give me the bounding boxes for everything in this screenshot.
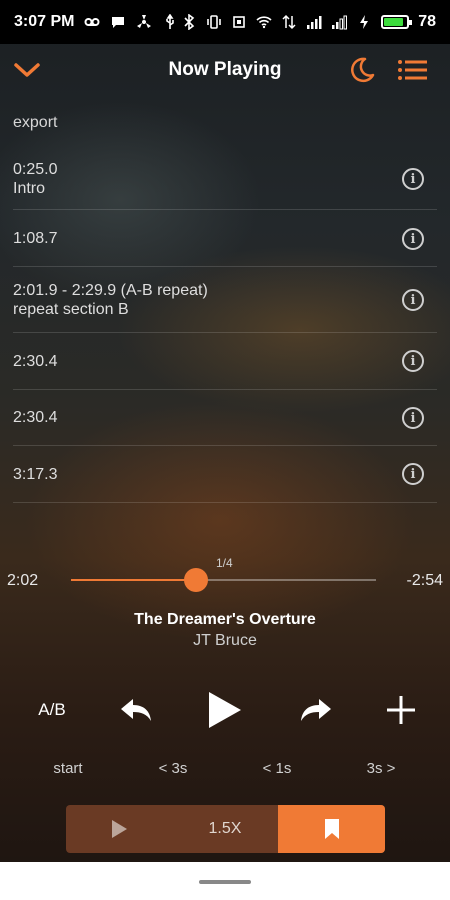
bookmark-button[interactable] — [278, 805, 385, 853]
bluetooth-icon — [184, 14, 195, 30]
info-icon[interactable]: i — [402, 289, 424, 311]
bookmark-time: 2:01.9 - 2:29.9 (A-B repeat) — [13, 282, 208, 299]
play-icon — [112, 820, 127, 838]
remaining-time: -2:54 — [406, 572, 443, 589]
bookmark-row[interactable]: 2:30.4 i — [13, 333, 437, 390]
no-sim-signal-icon — [332, 15, 348, 30]
bookmark-row[interactable]: 2:01.9 - 2:29.9 (A-B repeat) repeat sect… — [13, 267, 437, 333]
speed-button[interactable]: 1.5X — [172, 805, 278, 853]
play-icon — [209, 692, 241, 728]
sleep-timer-button[interactable] — [346, 55, 378, 85]
seek-track[interactable] — [71, 579, 376, 581]
usb-icon — [166, 14, 175, 29]
battery-level: 78 — [418, 13, 436, 30]
bookmark-time: 0:25.0 — [13, 161, 58, 178]
back-3s-button[interactable]: < 3s — [143, 760, 203, 777]
fan-icon — [137, 15, 152, 28]
playback-controls: A/B — [0, 684, 450, 736]
bookmark-time: 2:30.4 — [13, 353, 58, 370]
top-bar: Now Playing — [0, 44, 450, 96]
bookmark-label: repeat section B — [13, 301, 129, 318]
vibrate-icon — [207, 15, 222, 29]
info-icon[interactable]: i — [402, 228, 424, 250]
bookmark-time: 1:08.7 — [13, 230, 58, 247]
add-bookmark-button[interactable] — [378, 684, 424, 736]
bookmark-time: 3:17.3 — [13, 466, 58, 483]
bookmark-time: 2:30.4 — [13, 409, 58, 426]
rewind-button[interactable] — [112, 684, 160, 736]
alarm-icon — [233, 16, 246, 28]
forward-icon — [301, 699, 331, 721]
battery-icon — [381, 15, 413, 29]
info-icon[interactable]: i — [402, 407, 424, 429]
moon-icon — [351, 57, 375, 83]
bookmark-row[interactable]: 2:30.4 i — [13, 390, 437, 446]
back-1s-button[interactable]: < 1s — [247, 760, 307, 777]
bookmark-label: Intro — [13, 180, 46, 197]
ab-repeat-button[interactable]: A/B — [28, 684, 76, 736]
forward-3s-button[interactable]: 3s > — [351, 760, 411, 777]
seek-bar: 2:02 1/4 -2:54 — [0, 556, 450, 600]
ab-repeat-label: A/B — [38, 700, 66, 719]
play-button[interactable] — [198, 684, 252, 736]
seek-thumb[interactable] — [184, 568, 209, 592]
seek-progress — [71, 579, 197, 581]
home-handle[interactable] — [199, 880, 251, 884]
bookmark-list-button[interactable] — [396, 55, 430, 85]
page-title: Now Playing — [168, 59, 282, 80]
start-button[interactable]: start — [38, 760, 98, 777]
reply-icon — [121, 699, 151, 721]
plus-icon — [387, 696, 415, 724]
navigation-bar — [0, 862, 450, 900]
charging-icon — [360, 15, 369, 29]
elapsed-time: 2:02 — [7, 572, 39, 589]
bookmark-row[interactable]: 1:08.7 i — [13, 210, 437, 267]
info-icon[interactable]: i — [402, 463, 424, 485]
artist-name: JT Bruce — [193, 632, 257, 649]
data-arrows-icon — [282, 14, 296, 30]
bookmark-counter: 1/4 — [216, 556, 233, 570]
wifi-icon — [256, 16, 272, 29]
info-icon[interactable]: i — [402, 350, 424, 372]
bookmark-icon — [324, 819, 339, 839]
signal-icon — [307, 16, 322, 29]
status-bar: 3:07 PM 78 — [0, 0, 450, 44]
export-link[interactable]: export — [13, 114, 57, 132]
list-icon — [398, 60, 427, 80]
mini-play-button[interactable] — [66, 805, 172, 853]
bottom-bar: 1.5X — [66, 805, 385, 853]
forward-button[interactable] — [292, 684, 340, 736]
voicemail-icon — [84, 18, 100, 26]
chat-icon — [112, 17, 125, 28]
info-icon[interactable]: i — [402, 168, 424, 190]
bookmark-row[interactable]: 0:25.0 Intro i — [13, 151, 437, 210]
song-title: The Dreamer's Overture — [134, 611, 316, 628]
status-time: 3:07 PM — [14, 13, 75, 30]
bookmark-row[interactable]: 3:17.3 i — [13, 446, 437, 503]
